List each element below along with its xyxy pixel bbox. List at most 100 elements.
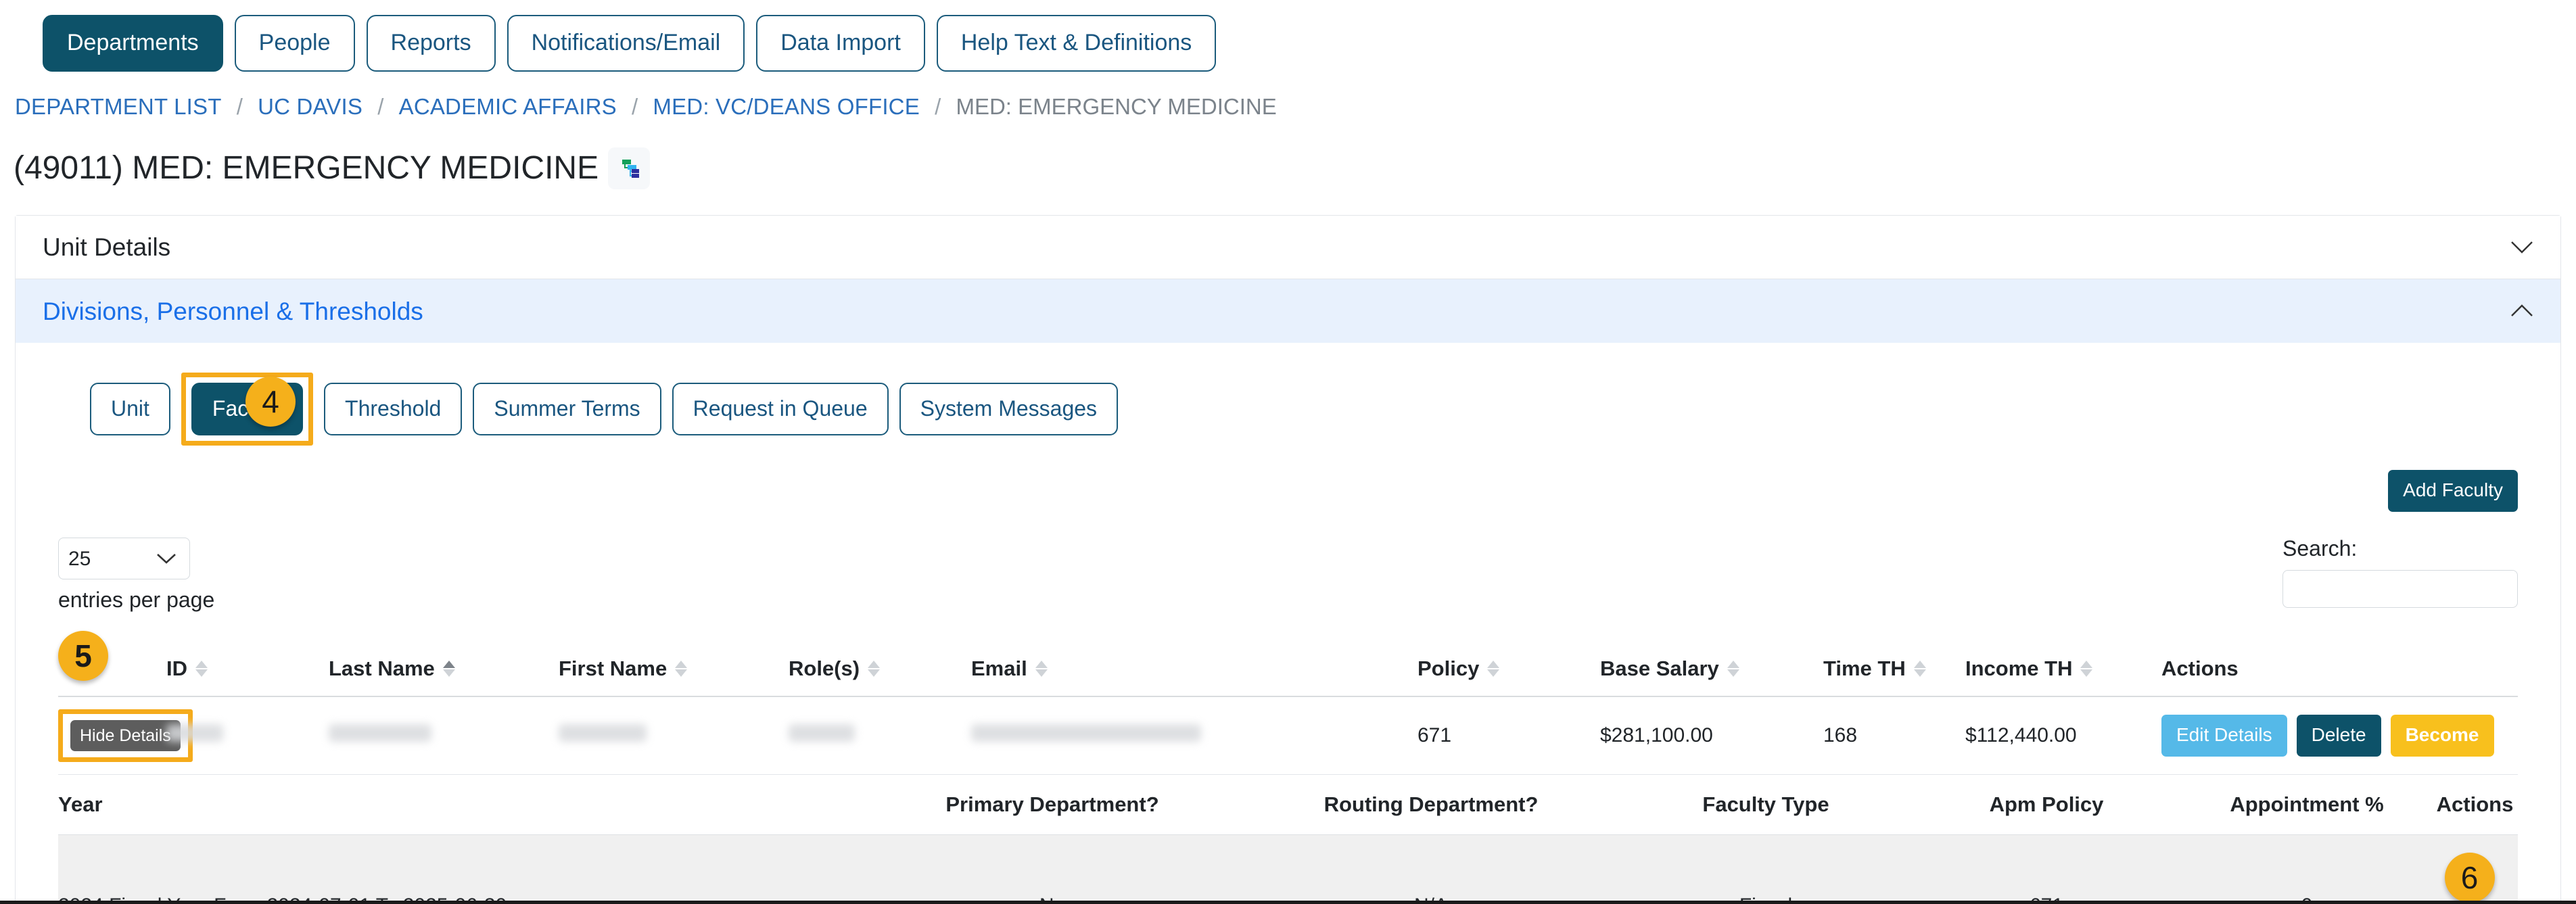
nav-tab-reports[interactable]: Reports [366, 15, 496, 72]
page-header: (49011) MED: EMERGENCY MEDICINE [0, 118, 2576, 189]
column-label-first-name: First Name [559, 657, 668, 680]
column-header-time-th[interactable]: Time TH [1823, 620, 1965, 697]
detail-column-header-actions: Actions [2432, 775, 2518, 836]
table-controls: 25 entries per page Search: [16, 512, 2560, 611]
entries-per-page-label: entries per page [58, 588, 215, 612]
table-row: Hide Details 671 $281,100.00 168 $112,44… [58, 696, 2518, 776]
breadcrumb: DEPARTMENT LIST / UC DAVIS / ACADEMIC AF… [0, 72, 2576, 118]
detail-column-header-appointment-pct: Appointment % [2182, 775, 2432, 836]
column-header-first-name[interactable]: First Name [559, 620, 789, 697]
search-input[interactable] [2282, 570, 2518, 608]
redacted-value [166, 724, 223, 742]
breadcrumb-item-current: MED: EMERGENCY MEDICINE [956, 94, 1277, 119]
subtab-unit[interactable]: Unit [90, 383, 170, 435]
nav-tab-notifications-email[interactable]: Notifications/Email [507, 15, 745, 72]
faculty-table: 5 ID Last Name First Name Role(s) Email … [58, 620, 2518, 776]
detail-cell-apm-policy: 671 [1911, 834, 2182, 904]
delete-button[interactable]: Delete [2296, 715, 2381, 757]
faculty-subtab-bar: Unit Faculty 4 Threshold Summer Terms Re… [16, 343, 2560, 446]
sort-icon-time-th[interactable] [1913, 661, 1926, 677]
breadcrumb-separator: / [935, 94, 941, 119]
sort-icon-email[interactable] [1035, 661, 1048, 677]
faculty-table-header-row: 5 ID Last Name First Name Role(s) Email … [58, 620, 2518, 697]
faculty-table-wrap: 5 ID Last Name First Name Role(s) Email … [16, 620, 2560, 776]
cell-id [166, 696, 329, 776]
chevron-down-icon [2510, 240, 2533, 255]
add-faculty-button[interactable]: Add Faculty [2388, 470, 2518, 512]
cell-income-th: $112,440.00 [1965, 696, 2161, 776]
detail-cell-year: 2024 Fiscal Year From 2024-07-01 To 2025… [58, 834, 863, 904]
column-header-email[interactable]: Email [971, 620, 1418, 697]
edit-details-button[interactable]: Edit Details [2161, 715, 2287, 757]
search-label: Search: [2282, 536, 2358, 561]
hide-details-label: Hide Details [80, 726, 171, 745]
cell-policy: 671 [1418, 696, 1600, 776]
table-actions-bar: Add Faculty [16, 446, 2560, 512]
bottom-bar [0, 901, 2576, 904]
accordion-group: Unit Details Divisions, Personnel & Thre… [15, 215, 2561, 904]
sort-icon-base-salary[interactable] [1727, 661, 1739, 677]
breadcrumb-item-med-vc-deans-office[interactable]: MED: VC/DEANS OFFICE [653, 94, 920, 119]
accordion-body-divisions: Unit Faculty 4 Threshold Summer Terms Re… [16, 343, 2560, 904]
cell-time-th: 168 [1823, 696, 1965, 776]
redacted-value [329, 724, 431, 742]
column-label-email: Email [971, 657, 1027, 680]
detail-column-header-routing-dept: Routing Department? [1242, 775, 1620, 836]
cell-actions: Edit Details Delete Become [2161, 696, 2518, 776]
subtab-system-messages[interactable]: System Messages [899, 383, 1119, 435]
accordion-header-unit-details[interactable]: Unit Details [16, 216, 2560, 279]
detail-column-header-faculty-type: Faculty Type [1620, 775, 1911, 836]
detail-cell-actions: 6 Edit [2432, 834, 2518, 904]
accordion-header-divisions-personnel-thresholds[interactable]: Divisions, Personnel & Thresholds [16, 279, 2560, 343]
nav-tab-data-import[interactable]: Data Import [756, 15, 925, 72]
column-label-last-name: Last Name [329, 657, 435, 680]
subtab-summer-terms[interactable]: Summer Terms [473, 383, 661, 435]
sort-icon-last-name[interactable] [442, 661, 455, 677]
breadcrumb-separator: / [632, 94, 638, 119]
nav-tab-people[interactable]: People [234, 15, 355, 72]
cell-base-salary: $281,100.00 [1600, 696, 1823, 776]
column-header-last-name[interactable]: Last Name [329, 620, 559, 697]
hierarchy-icon [617, 156, 640, 181]
column-label-actions: Actions [2161, 657, 2239, 680]
nav-tab-help-text-definitions[interactable]: Help Text & Definitions [936, 15, 1217, 72]
sort-icon-id[interactable] [195, 661, 208, 677]
breadcrumb-item-academic-affairs[interactable]: ACADEMIC AFFAIRS [399, 94, 617, 119]
breadcrumb-separator: / [377, 94, 384, 119]
breadcrumb-item-uc-davis[interactable]: UC DAVIS [258, 94, 362, 119]
row-toggle-cell: Hide Details [58, 696, 193, 776]
breadcrumb-item-department-list[interactable]: DEPARTMENT LIST [15, 94, 222, 119]
entries-per-page-control: 25 entries per page [58, 538, 214, 611]
column-label-id: ID [166, 657, 187, 680]
detail-column-header-primary-dept: Primary Department? [863, 775, 1242, 836]
column-header-base-salary[interactable]: Base Salary [1600, 620, 1823, 697]
redacted-value [789, 724, 855, 742]
cell-last-name [329, 696, 559, 776]
column-label-time-th: Time TH [1823, 657, 1906, 680]
detail-cell-primary-dept: No [863, 834, 1242, 904]
sort-icon-policy[interactable] [1487, 661, 1500, 677]
app-page: Departments People Reports Notifications… [0, 0, 2576, 904]
become-button[interactable]: Become [2390, 715, 2494, 757]
subtab-threshold[interactable]: Threshold [324, 383, 463, 435]
breadcrumb-separator: / [236, 94, 243, 119]
sort-icon-income-th[interactable] [2080, 661, 2093, 677]
accordion-title-unit-details: Unit Details [43, 233, 171, 261]
hierarchy-icon-button[interactable] [608, 147, 651, 189]
sort-icon-first-name[interactable] [675, 661, 688, 677]
nav-tab-departments[interactable]: Departments [43, 15, 223, 72]
column-header-policy[interactable]: Policy [1418, 620, 1600, 697]
subtab-request-in-queue[interactable]: Request in Queue [672, 383, 889, 435]
annotation-badge-6: 6 [2444, 853, 2495, 903]
detail-cell-appointment-pct: 0 [2182, 834, 2432, 904]
redacted-value [971, 724, 1201, 742]
faculty-detail-wrap: Year Primary Department? Routing Departm… [16, 775, 2560, 904]
detail-table-header-row: Year Primary Department? Routing Departm… [58, 775, 2518, 836]
entries-per-page-select[interactable]: 25 [58, 538, 190, 579]
hide-details-button[interactable]: Hide Details [70, 720, 181, 752]
sort-icon-roles[interactable] [868, 661, 881, 677]
column-header-income-th[interactable]: Income TH [1965, 620, 2161, 697]
annotation-badge-cell-5: 5 [58, 620, 166, 697]
column-header-id[interactable]: ID [166, 620, 329, 697]
column-header-roles[interactable]: Role(s) [789, 620, 971, 697]
